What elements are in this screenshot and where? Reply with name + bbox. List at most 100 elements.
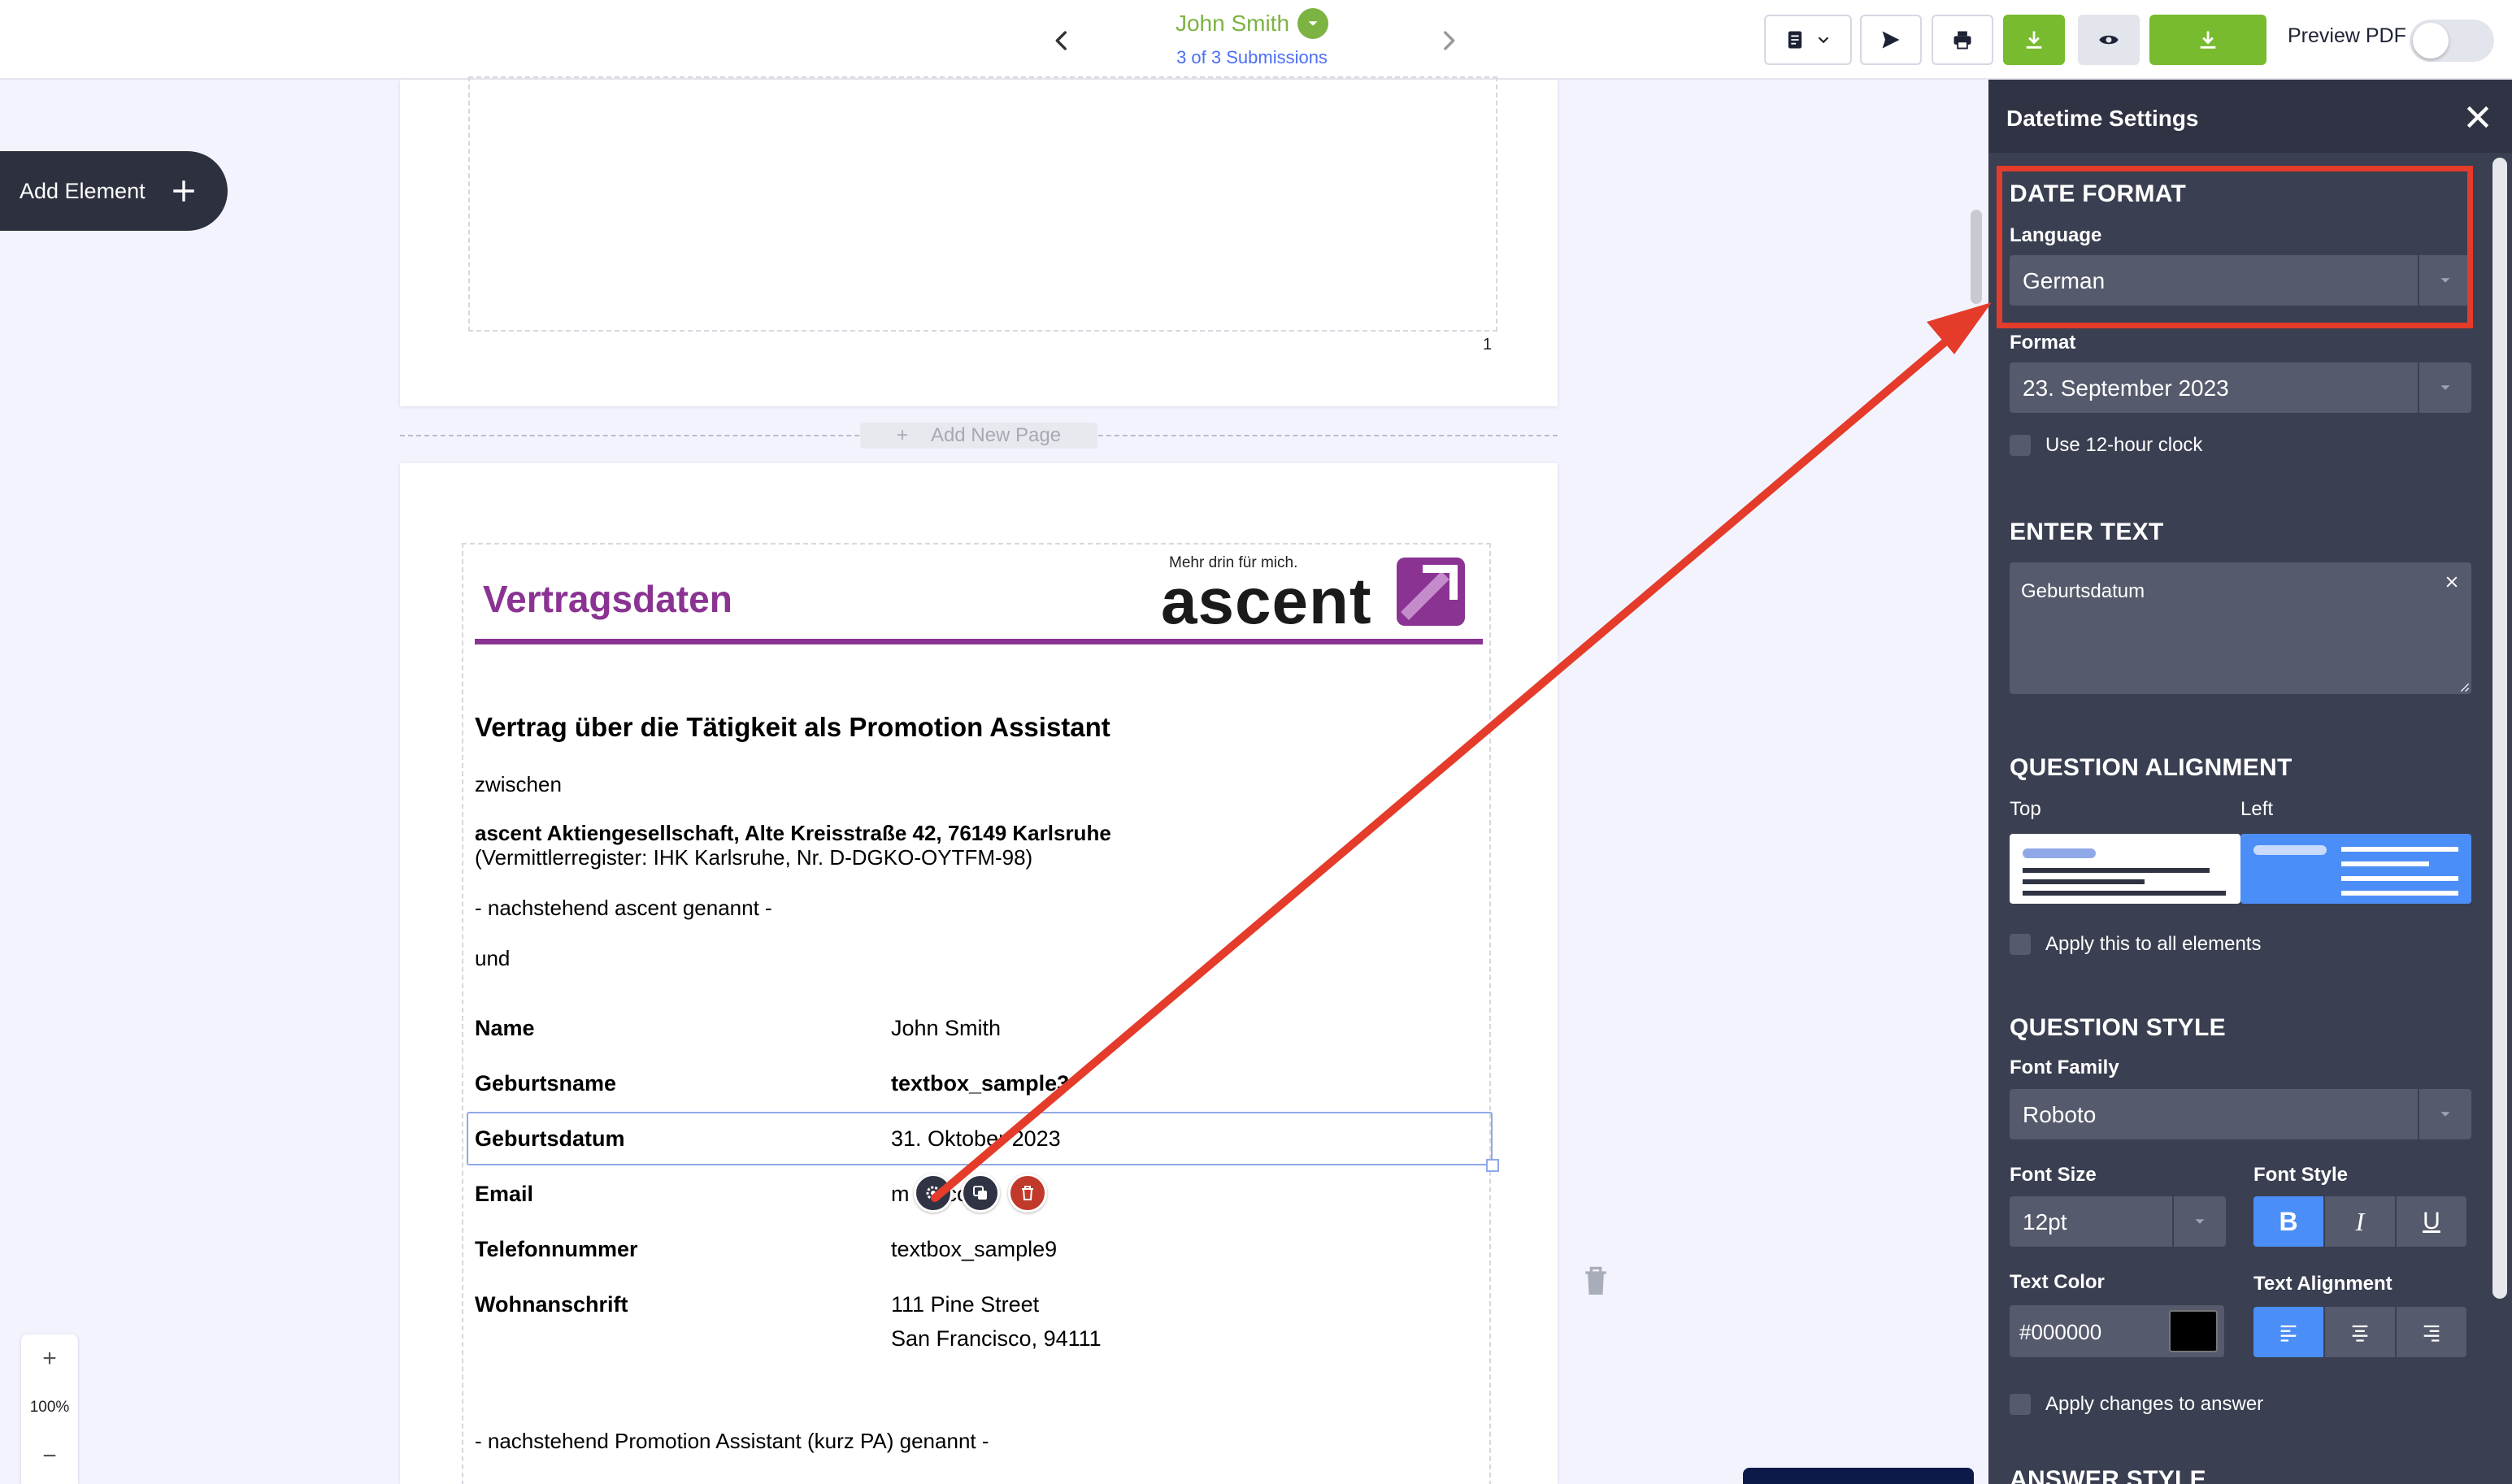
italic-button[interactable]: I [2325, 1196, 2395, 1247]
twelve-hour-label: Use 12-hour clock [2045, 434, 2203, 456]
text-color-label: Text Color [2010, 1271, 2105, 1293]
font-size-label: Font Size [2010, 1164, 2097, 1186]
text-color-value: #000000 [2019, 1320, 2102, 1344]
align-center-button[interactable] [2325, 1307, 2395, 1357]
ascent-logo-icon [1397, 558, 1465, 626]
field-settings-button[interactable] [914, 1174, 953, 1213]
resize-grip-icon[interactable] [2457, 679, 2470, 692]
apply-to-answer-option[interactable]: Apply changes to answer [2010, 1393, 2263, 1416]
text-and: und [475, 946, 511, 970]
company-register: (Vermittlerregister: IHK Karlsruhe, Nr. … [475, 845, 1033, 870]
download-icon [2200, 31, 2216, 49]
font-family-select[interactable]: Roboto [2010, 1089, 2471, 1139]
trash-icon[interactable] [1582, 1265, 1610, 1297]
font-size-select[interactable]: 12pt [2010, 1196, 2226, 1247]
zoom-out-button[interactable]: − [21, 1432, 78, 1481]
bottom-tab[interactable] [1743, 1468, 1974, 1484]
resize-handle[interactable] [1486, 1159, 1499, 1172]
twelve-hour-clock-option[interactable]: Use 12-hour clock [2010, 434, 2202, 457]
align-left-icon [2253, 845, 2458, 896]
caret-down-icon [2172, 1196, 2226, 1247]
download-icon [2026, 31, 2042, 49]
align-left-button[interactable] [2253, 1307, 2323, 1357]
zoom-level: 100% [29, 1399, 70, 1416]
print-button[interactable] [1932, 15, 1993, 65]
twelve-hour-checkbox[interactable] [2010, 435, 2031, 456]
text-align-left-icon [2280, 1325, 2297, 1342]
company-logo: ascent [1161, 565, 1372, 637]
date-format-select[interactable]: 23. September 2023 [2010, 362, 2471, 413]
question-style-title: QUESTION STYLE [2010, 1014, 2226, 1041]
field-label-address: Wohnanschrift [475, 1292, 628, 1317]
add-new-page-label: Add New Page [930, 424, 1062, 446]
bold-button[interactable]: B [2253, 1196, 2323, 1247]
answer-style-title: ANSWER STYLE [2010, 1466, 2206, 1484]
plus-icon: + [896, 424, 908, 446]
company-address: ascent Aktiengesellschaft, Alte Kreisstr… [475, 821, 1111, 845]
panel-header: Datetime Settings [1988, 80, 2512, 153]
canvas-scrollbar[interactable] [1971, 210, 1982, 304]
panel-title: Datetime Settings [2006, 106, 2199, 131]
caret-down-icon [2418, 1089, 2471, 1139]
preview-button[interactable] [2078, 15, 2140, 65]
zoom-control: + 100% − [21, 1334, 78, 1484]
form-page-2: Vertragsdaten Mehr drin für mich. ascent… [400, 463, 1558, 1484]
contract-heading: Vertrag über die Tätigkeit als Promotion… [475, 712, 1110, 742]
add-element-button[interactable]: Add Element [0, 151, 228, 231]
page-content-area [468, 76, 1497, 332]
field-value-address-line2[interactable]: San Francisco, 94111 [891, 1326, 1102, 1352]
text-color-input[interactable]: #000000 [2010, 1305, 2224, 1357]
field-value-birth-date[interactable]: 31. Oktober 2023 [891, 1126, 1061, 1152]
delete-field-button[interactable] [1008, 1174, 1047, 1213]
submitter-name-dropdown[interactable]: John Smith [1176, 8, 1329, 39]
document-menu-button[interactable] [1764, 15, 1852, 65]
send-icon [1882, 31, 1900, 49]
zoom-in-button[interactable]: + [21, 1334, 78, 1383]
enter-text-title: ENTER TEXT [2010, 519, 2164, 545]
underline-button[interactable]: U [2397, 1196, 2466, 1247]
apply-all-elements-option[interactable]: Apply this to all elements [2010, 933, 2261, 956]
alignment-option-left-label: Left [2240, 798, 2274, 820]
alignment-option-top[interactable] [2010, 834, 2240, 904]
apply-all-label: Apply this to all elements [2045, 933, 2262, 955]
plus-icon [172, 180, 194, 202]
text-align-right-icon [2423, 1325, 2440, 1342]
download-pdf-button[interactable] [2149, 15, 2266, 65]
header-divider [475, 639, 1483, 644]
field-value-phone[interactable]: textbox_sample9 [891, 1237, 1057, 1262]
chevron-down-icon[interactable] [1297, 8, 1329, 39]
field-label-name: Name [475, 1016, 535, 1040]
field-label-birth-name: Geburtsname [475, 1071, 617, 1096]
align-right-button[interactable] [2397, 1307, 2466, 1357]
next-submission-button[interactable] [1432, 24, 1465, 57]
previous-submission-button[interactable] [1045, 24, 1078, 57]
chevron-down-icon [1818, 37, 1829, 44]
format-label: Format [2010, 332, 2076, 354]
field-value-address-line1[interactable]: 111 Pine Street [891, 1292, 1039, 1317]
field-value-birth-name[interactable]: textbox_sample3 [891, 1071, 1069, 1096]
duplicate-field-button[interactable] [961, 1174, 1000, 1213]
copy-icon [973, 1186, 987, 1200]
chevron-left-icon [1055, 31, 1067, 50]
form-page-1: 1 [400, 76, 1558, 406]
submission-count[interactable]: 3 of 3 Submissions [1130, 47, 1374, 68]
question-text-input[interactable]: Geburtsdatum [2010, 562, 2471, 694]
chevron-right-icon [1444, 31, 1455, 50]
clear-icon[interactable] [2444, 574, 2460, 590]
alignment-option-left[interactable] [2240, 834, 2471, 904]
text-between: zwischen [475, 772, 562, 796]
preview-pdf-toggle[interactable] [2410, 20, 2494, 62]
font-size-value: 12pt [2023, 1209, 2067, 1234]
close-icon[interactable] [2462, 101, 2494, 133]
apply-answer-checkbox[interactable] [2010, 1394, 2031, 1415]
send-button[interactable] [1860, 15, 1922, 65]
field-value-name[interactable]: John Smith [891, 1016, 1001, 1041]
download-button[interactable] [2003, 15, 2065, 65]
color-swatch[interactable] [2169, 1310, 2218, 1352]
date-format-highlight [1997, 166, 2473, 328]
add-new-page-button[interactable]: + Add New Page [860, 423, 1097, 449]
panel-scrollbar[interactable] [2492, 158, 2507, 1299]
align-top-icon [2023, 848, 2226, 896]
apply-all-checkbox[interactable] [2010, 934, 2031, 955]
date-format-value: 23. September 2023 [2023, 375, 2229, 401]
